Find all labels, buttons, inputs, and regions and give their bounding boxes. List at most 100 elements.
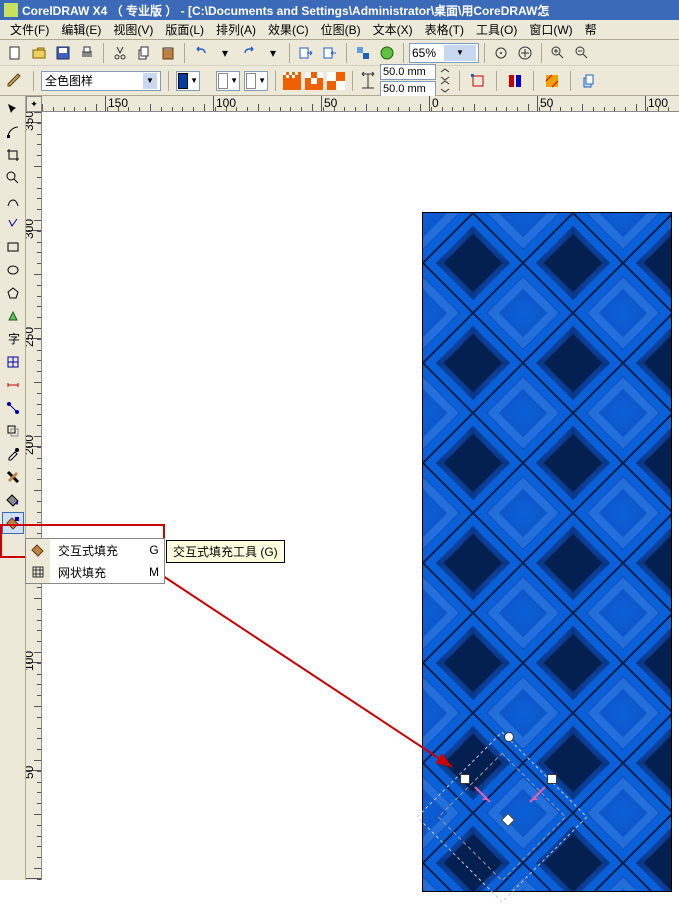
flyout-shortcut: G: [144, 543, 164, 557]
drawing-canvas[interactable]: [42, 112, 679, 880]
paste-button[interactable]: [157, 42, 179, 64]
redo-dropdown[interactable]: ▾: [262, 42, 284, 64]
options-button[interactable]: [514, 42, 536, 64]
text-tool[interactable]: 字: [2, 328, 24, 350]
pattern-filled-rectangle[interactable]: [422, 212, 672, 892]
zoom-tool[interactable]: [2, 167, 24, 189]
workspace: 字 ✦ 150 100 50 0 50 100 350 300 250 200 …: [0, 96, 679, 880]
fill-handle-circle[interactable]: [504, 732, 514, 742]
separator: [346, 43, 347, 63]
menu-effects[interactable]: 效果(C): [262, 19, 315, 40]
pattern-med-icon[interactable]: [305, 72, 323, 90]
import-button[interactable]: [295, 42, 317, 64]
transform-button[interactable]: [467, 70, 489, 92]
zoom-value: 65%: [412, 46, 444, 60]
fill-tool-flyout: 交互式填充 G 网状填充 M: [25, 538, 165, 584]
menu-text[interactable]: 文本(X): [367, 19, 419, 40]
flyout-item-interactive-fill[interactable]: 交互式填充 G: [26, 539, 164, 561]
copy-props-button[interactable]: [578, 70, 600, 92]
ruler-origin[interactable]: ✦: [26, 96, 42, 112]
undo-dropdown[interactable]: ▾: [214, 42, 236, 64]
fill-back-swatch2[interactable]: ▼: [244, 71, 268, 91]
chevron-down-icon: ▼: [143, 73, 157, 89]
outline-tool[interactable]: [2, 466, 24, 488]
fill-type-select[interactable]: 全色图样 ▼: [41, 71, 161, 91]
zoom-out-button[interactable]: [571, 42, 593, 64]
open-button[interactable]: [28, 42, 50, 64]
edit-fill-button[interactable]: [4, 70, 26, 92]
menu-view[interactable]: 视图(V): [107, 19, 159, 40]
snap-button[interactable]: [490, 42, 512, 64]
polygon-tool[interactable]: [2, 282, 24, 304]
freehand-tool[interactable]: [2, 190, 24, 212]
menu-bitmaps[interactable]: 位图(B): [315, 19, 367, 40]
pick-tool[interactable]: [2, 98, 24, 120]
copy-button[interactable]: [133, 42, 155, 64]
flyout-shortcut: M: [144, 565, 164, 579]
zoom-in-button[interactable]: [547, 42, 569, 64]
horizontal-ruler[interactable]: 150 100 50 0 50 100: [42, 96, 679, 112]
create-pattern-button[interactable]: [541, 70, 563, 92]
table-tool[interactable]: [2, 351, 24, 373]
fill-handle-square[interactable]: [460, 774, 470, 784]
fill-handle-square[interactable]: [547, 774, 557, 784]
separator: [533, 71, 534, 91]
ruler-tick-label: 100: [26, 655, 36, 671]
new-button[interactable]: [4, 42, 26, 64]
app-launcher[interactable]: [352, 42, 374, 64]
zoom-level[interactable]: 65% ▼: [409, 43, 479, 63]
export-button[interactable]: [319, 42, 341, 64]
menu-table[interactable]: 表格(T): [419, 19, 470, 40]
ruler-tick-label: 350: [26, 115, 36, 131]
crop-tool[interactable]: [2, 144, 24, 166]
interactive-fill-tool[interactable]: [2, 512, 24, 534]
mesh-fill-icon: [26, 561, 50, 583]
separator: [289, 43, 290, 63]
cut-button[interactable]: [109, 42, 131, 64]
menu-arrange[interactable]: 排列(A): [210, 19, 262, 40]
menu-window[interactable]: 窗口(W): [523, 19, 578, 40]
fill-back-swatch[interactable]: ▼: [216, 71, 240, 91]
separator: [496, 71, 497, 91]
fill-front-swatch[interactable]: ▼: [176, 71, 200, 91]
ruler-tick-label: 200: [26, 439, 36, 455]
app-icon: [4, 3, 18, 17]
shape-tool[interactable]: [2, 121, 24, 143]
swatch-color: [218, 73, 228, 89]
welcome-button[interactable]: [376, 42, 398, 64]
separator: [33, 71, 34, 91]
tile-width-input[interactable]: [380, 64, 436, 80]
dimension-tool[interactable]: [2, 374, 24, 396]
print-button[interactable]: [76, 42, 98, 64]
redo-button[interactable]: [238, 42, 260, 64]
ruler-tick-label: 50: [540, 96, 553, 110]
vertical-ruler[interactable]: 350 300 250 200 150 100 50 0: [26, 112, 42, 880]
eyedropper-tool[interactable]: [2, 443, 24, 465]
pattern-large-icon[interactable]: [327, 72, 345, 90]
ellipse-tool[interactable]: [2, 259, 24, 281]
menu-file[interactable]: 文件(F): [4, 19, 55, 40]
chevron-down-icon: ▼: [190, 76, 198, 85]
ruler-tick-label: 0: [26, 871, 36, 880]
ruler-tick-label: 50: [324, 96, 337, 110]
save-button[interactable]: [52, 42, 74, 64]
menu-tools[interactable]: 工具(O): [470, 19, 523, 40]
menu-layout[interactable]: 版面(L): [159, 19, 210, 40]
connector-tool[interactable]: [2, 397, 24, 419]
basic-shapes-tool[interactable]: [2, 305, 24, 327]
svg-text:字: 字: [8, 332, 20, 346]
fill-tool[interactable]: [2, 489, 24, 511]
tile-height-input[interactable]: [380, 81, 436, 97]
flyout-item-mesh-fill[interactable]: 网状填充 M: [26, 561, 164, 583]
smart-tool[interactable]: [2, 213, 24, 235]
rectangle-tool[interactable]: [2, 236, 24, 258]
separator: [352, 71, 353, 91]
pattern-small-icon[interactable]: [283, 72, 301, 90]
mirror-button[interactable]: [504, 70, 526, 92]
menu-edit[interactable]: 编辑(E): [55, 19, 107, 40]
menu-help[interactable]: 帮: [579, 19, 603, 40]
undo-button[interactable]: [190, 42, 212, 64]
spinner-icon[interactable]: [438, 68, 452, 94]
title-bar: CorelDRAW X4 （ 专业版 ） - [C:\Documents and…: [0, 0, 679, 20]
effects-tool[interactable]: [2, 420, 24, 442]
